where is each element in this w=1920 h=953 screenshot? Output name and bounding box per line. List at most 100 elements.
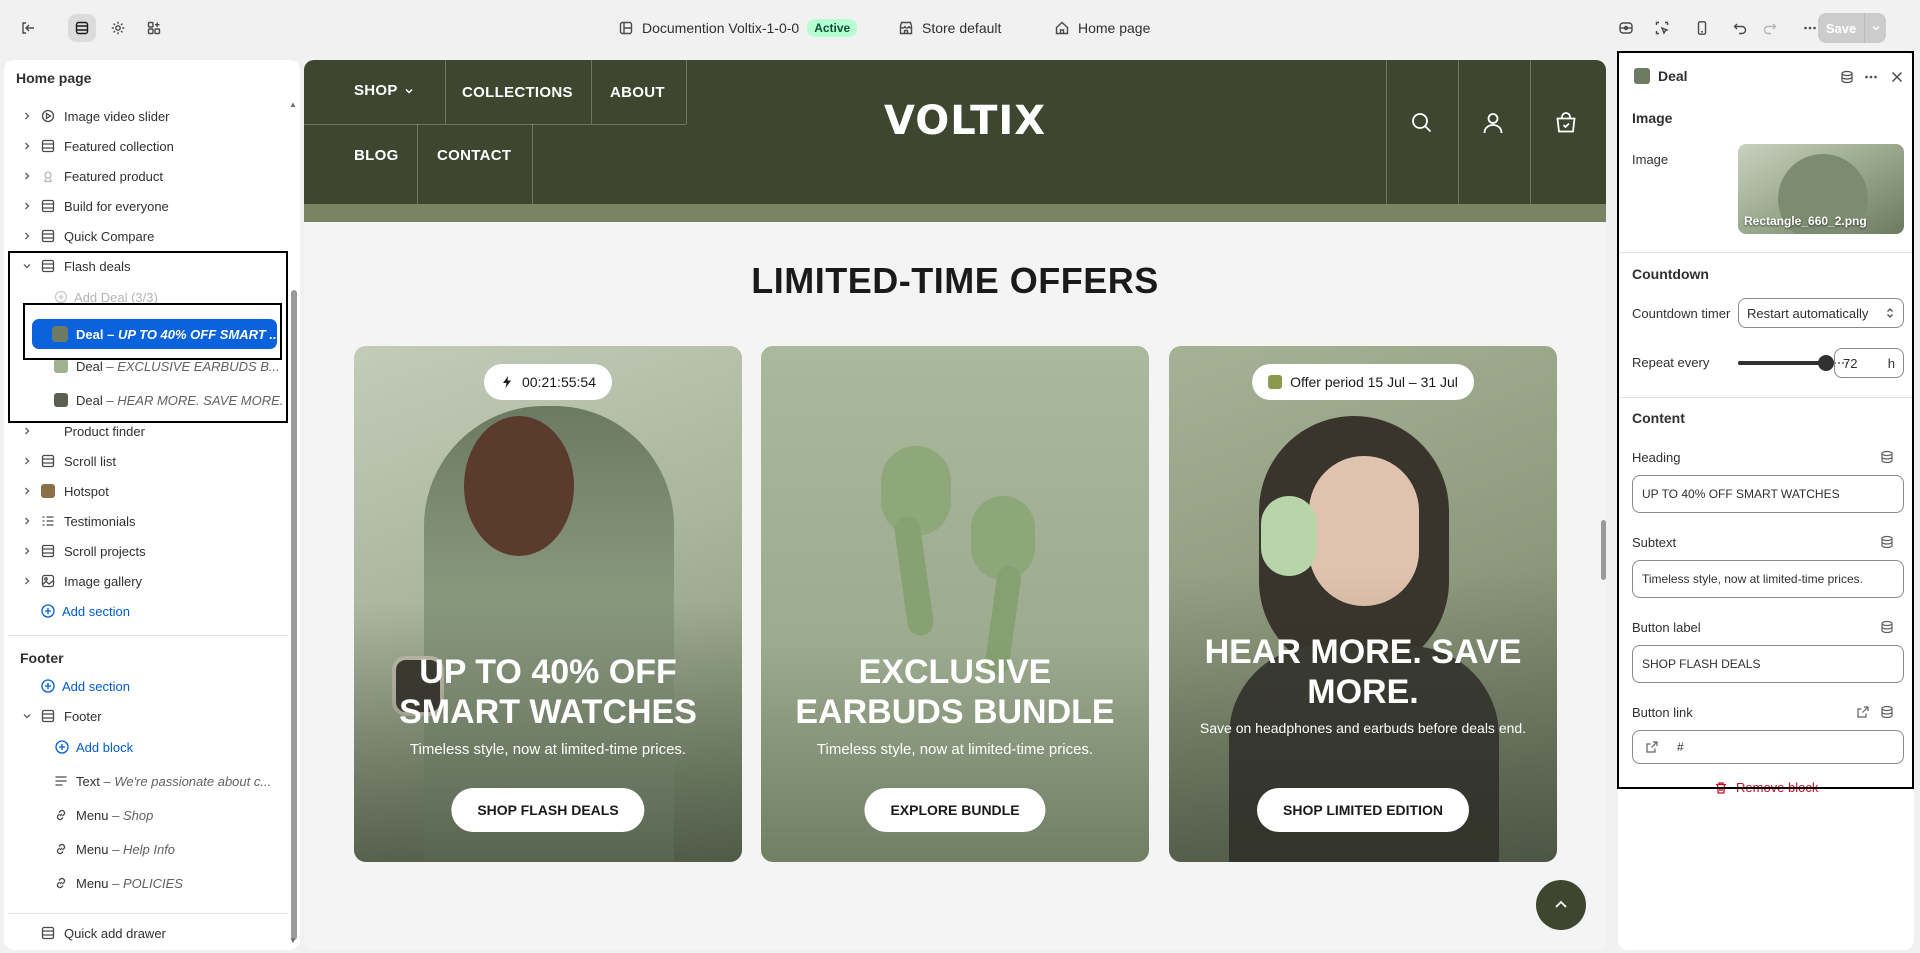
button-link-input[interactable]: # <box>1632 730 1904 764</box>
back-to-top-button[interactable] <box>1536 880 1586 930</box>
chevron-right-icon[interactable] <box>20 484 34 498</box>
preview-scrollbar[interactable] <box>1601 520 1606 580</box>
sidebar-item[interactable]: Build for everyone <box>4 193 290 219</box>
more-options-icon[interactable] <box>1862 68 1880 86</box>
sidebar-item-flash-deals[interactable]: Flash deals <box>4 253 290 279</box>
dynamic-source-icon[interactable] <box>1880 705 1896 721</box>
footer-block[interactable]: Menu – Help Info <box>4 836 290 862</box>
chevron-right-icon[interactable] <box>20 199 34 213</box>
search-icon[interactable] <box>1409 110 1435 136</box>
sidebar-item[interactable]: Testimonials <box>4 508 290 534</box>
sidebar-item[interactable]: Scroll list <box>4 448 290 474</box>
deal-block[interactable]: Deal – EXCLUSIVE EARBUDS B... <box>4 353 290 379</box>
chevron-right-icon[interactable] <box>20 424 34 438</box>
deal-card[interactable]: 00:21:55:54 UP TO 40% OFF SMART WATCHES … <box>354 346 742 862</box>
sidebar-item[interactable]: Scroll projects <box>4 538 290 564</box>
footer-block[interactable]: Menu – POLICIES <box>4 870 290 896</box>
card-button[interactable]: SHOP FLASH DEALS <box>451 788 645 832</box>
close-icon[interactable] <box>1888 68 1906 86</box>
card-heading: EXCLUSIVE EARBUDS BUNDLE <box>795 653 1115 731</box>
add-deal-button[interactable]: Add Deal (3/3) <box>4 284 290 310</box>
button-label-input[interactable]: SHOP FLASH DEALS <box>1632 645 1904 683</box>
subtext-input[interactable]: Timeless style, now at limited-time pric… <box>1632 560 1904 598</box>
repeat-slider-track[interactable] <box>1738 361 1826 365</box>
site-header: SHOP COLLECTIONS ABOUT BLOG CONTACT VOLT… <box>304 60 1606 204</box>
repeat-unit: h <box>1887 355 1895 371</box>
chevron-down-icon[interactable] <box>20 709 34 723</box>
chevron-right-icon[interactable] <box>20 454 34 468</box>
sections-icon[interactable] <box>68 14 96 42</box>
save-options-chevron-icon[interactable] <box>1864 13 1886 43</box>
deal-block-selected[interactable]: Deal – UP TO 40% OFF SMART ... <box>32 319 277 349</box>
gear-icon[interactable] <box>104 14 132 42</box>
sidebar-item[interactable]: Image video slider <box>4 103 290 129</box>
save-button[interactable]: Save <box>1818 13 1864 43</box>
apps-icon[interactable] <box>140 14 168 42</box>
remove-block-button[interactable]: Remove block <box>1714 780 1818 795</box>
sidebar-item-quick-add[interactable]: Quick add drawer <box>4 920 290 946</box>
chevron-down-icon[interactable] <box>20 259 34 273</box>
deal-card[interactable]: EXCLUSIVE EARBUDS BUNDLE Timeless style,… <box>761 346 1149 862</box>
scroll-down-icon[interactable]: ▼ <box>289 936 297 945</box>
account-icon[interactable] <box>1480 110 1506 136</box>
deal-block[interactable]: Deal – HEAR MORE. SAVE MORE. <box>4 387 290 413</box>
chevron-right-icon[interactable] <box>20 139 34 153</box>
mobile-preview-icon[interactable] <box>1688 14 1716 42</box>
add-section-button[interactable]: Add section <box>4 598 290 624</box>
nav-blog[interactable]: BLOG <box>354 147 399 164</box>
undo-icon[interactable] <box>1726 14 1754 42</box>
chevron-right-icon[interactable] <box>20 544 34 558</box>
block-label: Menu <box>76 841 109 857</box>
nav-about[interactable]: ABOUT <box>610 84 665 101</box>
theme-selector[interactable]: Documention Voltix-1-0-0 Active <box>618 0 858 56</box>
dynamic-source-icon[interactable] <box>1880 535 1896 551</box>
sidebar-item[interactable]: Quick Compare <box>4 223 290 249</box>
nav-collections[interactable]: COLLECTIONS <box>462 84 573 101</box>
chevron-right-icon[interactable] <box>20 109 34 123</box>
scroll-up-icon[interactable]: ▲ <box>289 100 297 109</box>
repeat-slider-handle[interactable] <box>1818 355 1834 371</box>
cart-icon[interactable] <box>1553 110 1579 136</box>
page-selector[interactable]: Home page <box>1054 0 1150 56</box>
home-icon <box>1054 20 1070 36</box>
sidebar-item-label: Image gallery <box>64 573 143 589</box>
footer-add-section-button[interactable]: Add section <box>4 673 290 699</box>
sidebar-item[interactable]: Image gallery <box>4 568 290 594</box>
deal-card[interactable]: Offer period 15 Jul – 31 Jul HEAR MORE. … <box>1169 346 1557 862</box>
site-logo[interactable]: VOLTIX <box>884 98 1046 144</box>
dynamic-source-icon[interactable] <box>1880 450 1896 466</box>
add-deal-label: Add Deal (3/3) <box>74 289 158 305</box>
dynamic-source-icon[interactable] <box>1880 620 1896 636</box>
redo-icon[interactable] <box>1756 14 1784 42</box>
database-icon[interactable] <box>1838 68 1856 86</box>
heading-input[interactable]: UP TO 40% OFF SMART WATCHES <box>1632 475 1904 513</box>
chevron-right-icon[interactable] <box>20 514 34 528</box>
exit-icon[interactable] <box>14 14 42 42</box>
countdown-timer-select[interactable]: Restart automatically <box>1738 298 1904 328</box>
chevron-right-icon[interactable] <box>20 229 34 243</box>
nav-shop[interactable]: SHOP <box>354 82 414 99</box>
repeat-input[interactable]: 72 h <box>1834 348 1904 378</box>
repeat-value: 72 <box>1843 355 1858 371</box>
chevron-down-icon <box>405 88 413 94</box>
card-button[interactable]: SHOP LIMITED EDITION <box>1257 788 1469 832</box>
nav-contact[interactable]: CONTACT <box>437 147 511 164</box>
sidebar-item-label: Hotspot <box>64 483 109 499</box>
image-picker[interactable]: Rectangle_660_2.png <box>1738 144 1904 234</box>
sidebar-item[interactable]: Hotspot <box>4 478 290 504</box>
sidebar-item[interactable]: Featured collection <box>4 133 290 159</box>
card-button[interactable]: EXPLORE BUNDLE <box>864 788 1046 832</box>
select-icon[interactable] <box>1648 14 1676 42</box>
sidebar-item-footer[interactable]: Footer <box>4 703 290 729</box>
chevron-right-icon[interactable] <box>20 574 34 588</box>
sidebar-scrollbar[interactable] <box>291 290 297 940</box>
chevron-right-icon[interactable] <box>20 169 34 183</box>
sidebar-item[interactable]: Product finder <box>4 418 290 444</box>
inspector-icon[interactable] <box>1612 14 1640 42</box>
footer-block[interactable]: Text – We're passionate about c... <box>4 768 290 794</box>
footer-block[interactable]: Menu – Shop <box>4 802 290 828</box>
external-link-icon[interactable] <box>1856 705 1872 721</box>
sidebar-item[interactable]: Featured product <box>4 163 290 189</box>
add-block-button[interactable]: Add block <box>4 734 290 760</box>
store-selector[interactable]: Store default <box>898 0 1001 56</box>
